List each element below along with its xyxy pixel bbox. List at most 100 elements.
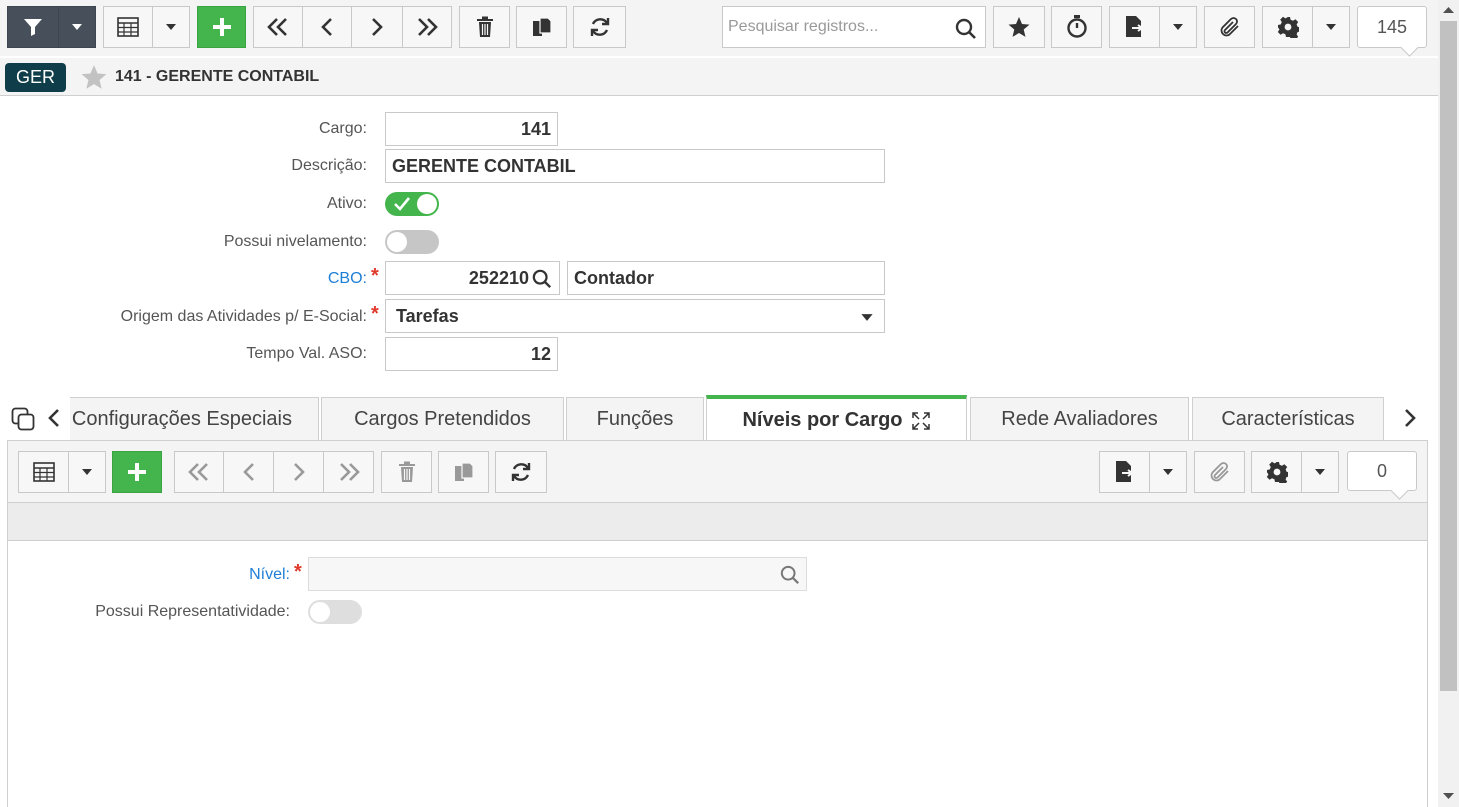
check-icon xyxy=(394,197,411,211)
sub-add-button[interactable] xyxy=(112,451,162,493)
search-icon[interactable] xyxy=(780,565,800,585)
chevron-right-icon[interactable] xyxy=(1403,408,1417,428)
chevron-right-icon xyxy=(372,18,383,36)
cargo-value: 141 xyxy=(520,118,551,139)
tabs-left-controls xyxy=(0,395,70,441)
refresh-button[interactable] xyxy=(573,6,626,48)
caret-down-icon xyxy=(1326,24,1336,30)
tab-bar: Configurações Especiais Cargos Pretendid… xyxy=(0,395,1438,441)
filter-button[interactable] xyxy=(7,6,59,48)
tab-label: Características xyxy=(1221,408,1355,430)
last-record-button[interactable] xyxy=(402,6,452,48)
caret-down-icon xyxy=(166,24,176,30)
tab-caracteristicas[interactable]: Características xyxy=(1192,397,1384,441)
toggle-knob xyxy=(417,194,437,214)
double-chevron-right-icon xyxy=(418,18,438,36)
sub-grid-view-dropdown-button[interactable] xyxy=(68,451,106,493)
niveis-panel: 0 Nível: * Possui Representatividade: xyxy=(7,440,1428,807)
representatividade-toggle[interactable] xyxy=(308,600,362,624)
favorite-button[interactable] xyxy=(993,6,1045,48)
sub-last-button[interactable] xyxy=(323,451,374,493)
record-count-value: 145 xyxy=(1376,16,1408,37)
nivelamento-toggle[interactable] xyxy=(385,230,439,254)
module-badge: GER xyxy=(5,63,66,92)
tab-label: Rede Avaliadores xyxy=(1001,408,1158,430)
next-record-button[interactable] xyxy=(351,6,403,48)
search-icon[interactable] xyxy=(532,269,552,289)
timer-button[interactable] xyxy=(1051,6,1102,48)
sub-record-count-value: 0 xyxy=(1376,460,1387,481)
descricao-label: Descrição: xyxy=(291,157,367,174)
settings-dropdown-button[interactable] xyxy=(1312,6,1350,48)
nivel-label-link[interactable]: Nível: xyxy=(188,566,290,584)
origem-select[interactable]: Tarefas xyxy=(385,299,885,333)
copy-tabs-icon[interactable] xyxy=(11,407,35,431)
sub-attachment-button[interactable] xyxy=(1194,451,1245,493)
tab-niveis-por-cargo[interactable]: Níveis por Cargo xyxy=(706,395,967,441)
scroll-down-icon[interactable] xyxy=(1443,793,1454,800)
star-icon xyxy=(1008,17,1030,37)
filter-dropdown-button[interactable] xyxy=(58,6,96,48)
gear-icon xyxy=(1277,16,1299,38)
cbo-label-link[interactable]: CBO: xyxy=(300,270,367,288)
cbo-description-value: Contador xyxy=(574,267,654,288)
sub-export-dropdown-button[interactable] xyxy=(1149,451,1187,493)
caret-down-icon xyxy=(1315,469,1325,475)
refresh-icon xyxy=(511,463,531,481)
main-toolbar: 145 xyxy=(0,0,1438,56)
sub-settings-dropdown-button[interactable] xyxy=(1301,451,1339,493)
tab-cargos-pretendidos[interactable]: Cargos Pretendidos xyxy=(321,397,564,441)
cbo-code-field[interactable]: 252210 xyxy=(385,261,560,295)
representatividade-label: Possui Representatividade: xyxy=(95,603,290,620)
sub-refresh-button[interactable] xyxy=(495,451,547,493)
chevron-left-icon xyxy=(321,18,332,36)
expand-icon[interactable] xyxy=(911,411,931,431)
sub-duplicate-button[interactable] xyxy=(438,451,489,493)
search-input[interactable] xyxy=(728,18,952,36)
cargo-field[interactable]: 141 xyxy=(385,112,558,146)
tempo-value: 12 xyxy=(530,343,551,364)
export-button[interactable] xyxy=(1109,6,1160,48)
tab-configuracoes-especiais[interactable]: Configurações Especiais xyxy=(42,397,319,441)
previous-record-button[interactable] xyxy=(302,6,352,48)
table-icon xyxy=(117,17,139,37)
scrollbar-thumb[interactable] xyxy=(1440,21,1457,691)
sub-first-button[interactable] xyxy=(174,451,224,493)
grid-view-button[interactable] xyxy=(103,6,153,48)
export-dropdown-button[interactable] xyxy=(1159,6,1197,48)
sub-previous-button[interactable] xyxy=(223,451,274,493)
trash-icon xyxy=(398,461,415,482)
trash-icon xyxy=(476,16,493,37)
sub-export-button[interactable] xyxy=(1099,451,1150,493)
scroll-up-icon[interactable] xyxy=(1443,6,1454,13)
star-outline-icon[interactable] xyxy=(81,64,107,90)
search-icon[interactable] xyxy=(955,18,977,40)
filter-icon xyxy=(24,19,42,36)
tab-label: Configurações Especiais xyxy=(71,408,292,430)
plus-icon xyxy=(212,18,231,36)
grid-view-dropdown-button[interactable] xyxy=(152,6,190,48)
duplicate-button[interactable] xyxy=(516,6,567,48)
double-chevron-left-icon xyxy=(267,18,287,36)
sub-next-button[interactable] xyxy=(273,451,324,493)
sub-grid-view-button[interactable] xyxy=(18,451,69,493)
app-window: 145 GER 141 - GERENTE CONTABIL Cargo: 14… xyxy=(0,0,1459,807)
tab-rede-avaliadores[interactable]: Rede Avaliadores xyxy=(970,397,1189,441)
nivel-field[interactable] xyxy=(308,557,807,591)
tempo-field[interactable]: 12 xyxy=(385,337,558,371)
attachment-button[interactable] xyxy=(1204,6,1255,48)
sub-settings-button[interactable] xyxy=(1251,451,1302,493)
plus-icon xyxy=(128,463,146,481)
vertical-scrollbar[interactable] xyxy=(1438,0,1459,807)
delete-button[interactable] xyxy=(459,6,510,48)
cbo-description-field: Contador xyxy=(567,261,885,295)
first-record-button[interactable] xyxy=(253,6,303,48)
tempo-label: Tempo Val. ASO: xyxy=(246,345,367,362)
add-record-button[interactable] xyxy=(197,6,246,48)
chevron-left-icon[interactable] xyxy=(47,408,61,428)
settings-button[interactable] xyxy=(1262,6,1313,48)
sub-delete-button[interactable] xyxy=(381,451,432,493)
descricao-field[interactable]: GERENTE CONTABIL xyxy=(385,149,885,183)
tab-funcoes[interactable]: Funções xyxy=(566,397,704,441)
ativo-toggle[interactable] xyxy=(385,192,439,216)
